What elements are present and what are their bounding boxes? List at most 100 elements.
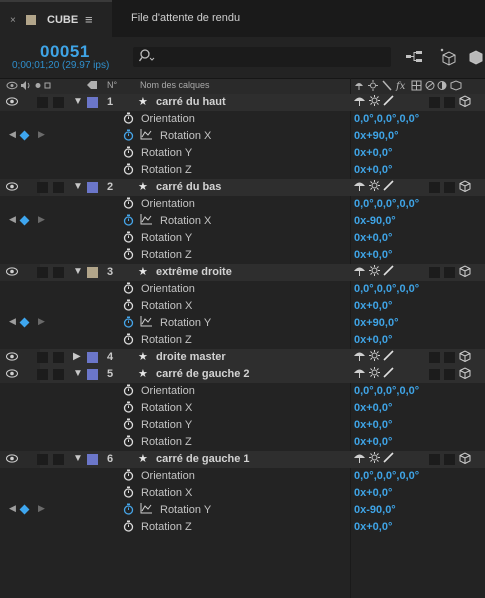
shy-switch-icon[interactable] — [354, 350, 365, 364]
lock-switch[interactable] — [53, 97, 64, 108]
layer-row[interactable]: ▼ 5 ★ carré de gauche 2 — [0, 366, 485, 383]
twirl-down-icon[interactable]: ▼ — [73, 181, 83, 192]
collapse-transform-switch-icon[interactable] — [369, 265, 380, 279]
visibility-eye-icon[interactable] — [6, 182, 18, 191]
property-value[interactable]: 0x+90,0° — [354, 130, 398, 142]
shy-switch-icon[interactable] — [354, 452, 365, 466]
visibility-eye-icon[interactable] — [6, 97, 18, 106]
property-value[interactable]: 0x+90,0° — [354, 317, 398, 329]
property-value[interactable]: 0,0°,0,0°,0,0° — [354, 385, 419, 397]
property-value[interactable]: 0x+0,0° — [354, 334, 392, 346]
adjustment-layer-switch[interactable] — [444, 454, 455, 465]
adjustment-layer-switch[interactable] — [444, 267, 455, 278]
lock-switch[interactable] — [53, 454, 64, 465]
draft-3d-icon[interactable] — [439, 48, 457, 66]
property-value[interactable]: 0x+0,0° — [354, 487, 392, 499]
label-color-swatch[interactable] — [87, 97, 98, 108]
shy-switch-icon[interactable] — [354, 367, 365, 381]
property-value[interactable]: 0x+0,0° — [354, 419, 392, 431]
layer-row[interactable]: ▶ 4 ★ droite master — [0, 349, 485, 366]
solo-switch[interactable] — [37, 182, 48, 193]
add-keyframe-icon[interactable] — [19, 215, 30, 226]
next-keyframe-icon[interactable]: ▶ — [38, 503, 45, 514]
previous-keyframe-icon[interactable]: ◀ — [9, 129, 16, 140]
label-color-swatch[interactable] — [87, 182, 98, 193]
collapse-transform-switch-icon[interactable] — [369, 350, 380, 364]
lock-switch[interactable] — [53, 182, 64, 193]
motion-blur-switch[interactable] — [429, 352, 440, 363]
stopwatch-icon[interactable] — [123, 129, 134, 144]
motion-blur-switch[interactable] — [429, 267, 440, 278]
quality-switch-icon[interactable] — [383, 367, 394, 381]
collapse-transform-switch-icon[interactable] — [369, 367, 380, 381]
twirl-down-icon[interactable]: ▼ — [73, 453, 83, 464]
shy-switch-icon[interactable] — [354, 265, 365, 279]
3d-layer-switch-icon[interactable] — [459, 452, 471, 467]
stopwatch-icon[interactable] — [123, 146, 134, 161]
layer-name[interactable]: carré du bas — [156, 181, 221, 193]
3d-layer-switch-icon[interactable] — [459, 180, 471, 195]
quality-switch-icon[interactable] — [383, 180, 394, 194]
twirl-down-icon[interactable]: ▼ — [73, 266, 83, 277]
collapse-transform-switch-icon[interactable] — [369, 452, 380, 466]
property-value[interactable]: 0x+0,0° — [354, 249, 392, 261]
stopwatch-icon[interactable] — [123, 384, 134, 399]
stopwatch-icon[interactable] — [123, 520, 134, 535]
graph-editor-icon[interactable] — [140, 129, 153, 143]
tab-cube[interactable]: × CUBE ≡ — [0, 0, 112, 37]
property-value[interactable]: 0,0°,0,0°,0,0° — [354, 470, 419, 482]
stopwatch-icon[interactable] — [123, 248, 134, 263]
visibility-eye-icon[interactable] — [6, 369, 18, 378]
3d-layer-switch-icon[interactable] — [459, 95, 471, 110]
solo-switch[interactable] — [37, 97, 48, 108]
property-value[interactable]: 0x-90,0° — [354, 215, 396, 227]
solo-switch[interactable] — [37, 454, 48, 465]
layer-name[interactable]: droite master — [156, 351, 226, 363]
quality-switch-icon[interactable] — [383, 350, 394, 364]
layer-row[interactable]: ▼ 2 ★ carré du bas — [0, 179, 485, 196]
quality-switch-icon[interactable] — [383, 452, 394, 466]
solo-switch[interactable] — [37, 352, 48, 363]
layer-row[interactable]: ▼ 3 ★ extrême droite — [0, 264, 485, 281]
previous-keyframe-icon[interactable]: ◀ — [9, 503, 16, 514]
stopwatch-icon[interactable] — [123, 503, 134, 518]
property-value[interactable]: 0x+0,0° — [354, 300, 392, 312]
property-value[interactable]: 0x+0,0° — [354, 232, 392, 244]
twirl-right-icon[interactable]: ▶ — [73, 351, 81, 362]
solo-switch[interactable] — [37, 267, 48, 278]
label-color-swatch[interactable] — [87, 352, 98, 363]
label-color-swatch[interactable] — [87, 369, 98, 380]
motion-blur-switch[interactable] — [429, 182, 440, 193]
tab-render-queue[interactable]: File d'attente de rendu — [131, 12, 240, 24]
composition-mini-flowchart-icon[interactable] — [405, 48, 423, 66]
visibility-eye-icon[interactable] — [6, 454, 18, 463]
property-value[interactable]: 0,0°,0,0°,0,0° — [354, 198, 419, 210]
shy-switch-icon[interactable] — [354, 180, 365, 194]
stopwatch-icon[interactable] — [123, 299, 134, 314]
lock-switch[interactable] — [53, 267, 64, 278]
search-field[interactable] — [133, 47, 391, 67]
3d-layer-switch-icon[interactable] — [459, 350, 471, 365]
3d-layer-icon[interactable] — [467, 48, 485, 66]
layer-name-column-header[interactable]: Nom des calques — [140, 80, 210, 90]
graph-editor-icon[interactable] — [140, 316, 153, 330]
stopwatch-icon[interactable] — [123, 333, 134, 348]
stopwatch-icon[interactable] — [123, 112, 134, 127]
adjustment-layer-switch[interactable] — [444, 97, 455, 108]
collapse-transform-switch-icon[interactable] — [369, 180, 380, 194]
label-header-icon[interactable] — [86, 80, 98, 93]
previous-keyframe-icon[interactable]: ◀ — [9, 214, 16, 225]
label-color-swatch[interactable] — [87, 454, 98, 465]
property-value[interactable]: 0x+0,0° — [354, 164, 392, 176]
visibility-eye-icon[interactable] — [6, 352, 18, 361]
motion-blur-switch[interactable] — [429, 454, 440, 465]
solo-switch[interactable] — [37, 369, 48, 380]
stopwatch-icon[interactable] — [123, 282, 134, 297]
stopwatch-icon[interactable] — [123, 469, 134, 484]
adjustment-layer-switch[interactable] — [444, 182, 455, 193]
shy-switch-icon[interactable] — [354, 95, 365, 109]
layer-name[interactable]: carré de gauche 1 — [156, 453, 250, 465]
stopwatch-icon[interactable] — [123, 418, 134, 433]
3d-layer-switch-icon[interactable] — [459, 367, 471, 382]
graph-editor-icon[interactable] — [140, 214, 153, 228]
